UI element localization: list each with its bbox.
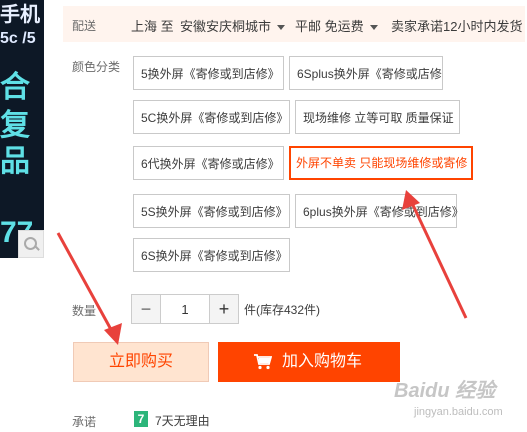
watermark: Baidu 经验 jingyan.baidu.com xyxy=(392,372,524,428)
chevron-down-icon xyxy=(369,25,378,31)
banner-text: 手机 xyxy=(0,4,40,26)
sku-option[interactable]: 现场维修 立等可取 质量保证 xyxy=(295,100,460,134)
quantity-label: 数量 xyxy=(72,304,97,318)
delivery-promise: 卖家承诺12小时内发货 xyxy=(391,19,523,34)
destination-select[interactable]: 安徽安庆桐城市 xyxy=(180,16,286,35)
banner-text: 品 xyxy=(0,145,30,178)
sku-option[interactable]: 6代换外屏《寄修或店修》 xyxy=(133,146,284,180)
add-to-cart-label: 加入购物车 xyxy=(281,353,362,370)
destination-value: 安徽安庆桐城市 xyxy=(180,19,272,34)
zoom-button[interactable] xyxy=(18,230,44,258)
sku-option[interactable]: 6plus换外屏《寄修或到店修》 xyxy=(295,194,464,228)
shipping-fee: 平邮 免运费 xyxy=(295,19,364,34)
sku-option[interactable]: 5换外屏《寄修或到店修》 xyxy=(133,56,284,90)
cart-icon xyxy=(254,354,272,370)
stock-info: 件(库存432件) xyxy=(244,303,321,317)
watermark-logo: Baidu 经验 xyxy=(394,380,496,402)
add-to-cart-button[interactable]: 加入购物车 xyxy=(218,342,400,382)
banner-text: 5c /5 xyxy=(0,30,36,47)
quantity-input[interactable]: 1 xyxy=(161,294,209,324)
sku-option[interactable]: 6Splus换外屏《寄修或店修 xyxy=(289,56,443,90)
shipping-from: 上海 至 xyxy=(131,19,174,34)
return-policy-link[interactable]: 7天无理由 xyxy=(155,412,210,429)
color-category-label: 颜色分类 xyxy=(72,60,121,74)
shipping-row: 配送 上海 至 安徽安庆桐城市 平邮 免运费 卖家承诺12小时内发货 xyxy=(63,6,525,42)
product-image-strip: 手机 5c /5 合 复 品 77 xyxy=(0,0,44,258)
buy-now-button[interactable]: 立即购买 xyxy=(73,342,209,382)
sku-option[interactable]: 6S换外屏《寄修或到店修》 xyxy=(133,238,290,272)
seven-day-badge-icon: 7 xyxy=(134,411,148,427)
sku-option[interactable]: 5S换外屏《寄修或到店修》 xyxy=(133,194,290,228)
purchase-panel: 配送 上海 至 安徽安庆桐城市 平邮 免运费 卖家承诺12小时内发货 颜色分类 … xyxy=(63,0,525,432)
sku-option-selected[interactable]: 外屏不单卖 只能现场维修或寄修 xyxy=(289,146,473,180)
increase-button[interactable]: + xyxy=(209,294,239,324)
promise-label: 承诺 xyxy=(72,415,97,429)
chevron-down-icon xyxy=(277,25,286,31)
shipping-label: 配送 xyxy=(72,19,97,33)
shipping-method-select[interactable]: 平邮 免运费 xyxy=(295,16,378,35)
watermark-url: jingyan.baidu.com xyxy=(414,406,503,418)
decrease-button[interactable]: − xyxy=(131,294,161,324)
sku-option[interactable]: 5C换外屏《寄修或到店修》 xyxy=(133,100,290,134)
